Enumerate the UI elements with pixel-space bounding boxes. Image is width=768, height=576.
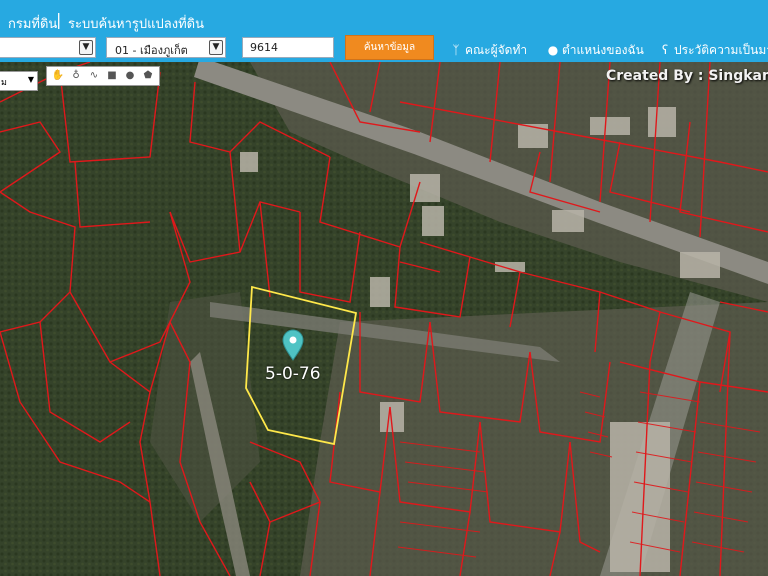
credit-text: Created By : Singkam xyxy=(606,68,768,84)
history-icon: ʕ xyxy=(661,43,669,57)
map-view[interactable]: 5-0-76 Created By : Singkam ม ▼ ✋ ♁ ∿ ■ … xyxy=(0,62,768,576)
chevron-down-icon: ▼ xyxy=(79,40,93,55)
circle-icon[interactable]: ● xyxy=(123,69,137,83)
parcel-number-input[interactable] xyxy=(242,37,334,58)
nav-my-location-link[interactable]: ● ตำแหน่งของฉัน xyxy=(546,41,644,60)
layer-select-value: ม xyxy=(1,78,7,88)
layer-select[interactable]: ม ▼ xyxy=(0,71,38,91)
district-select-value: 01 - เมืองภูเก็ต xyxy=(115,44,188,57)
nav-committee-label: คณะผู้จัดทำ xyxy=(465,43,528,57)
rectangle-icon[interactable]: ■ xyxy=(105,69,119,83)
hand-icon[interactable]: ✋ xyxy=(51,69,65,83)
nav-my-location-label: ตำแหน่งของฉัน xyxy=(562,43,644,57)
system-title: ระบบค้นหารูปแปลงที่ดิน xyxy=(68,17,204,32)
top-bar: กรมที่ดิน | ระบบค้นหารูปแปลงที่ดิน ▼ 01 … xyxy=(0,0,768,62)
draw-toolbar: ✋ ♁ ∿ ■ ● ⬟ xyxy=(46,66,160,86)
nav-history-link[interactable]: ʕ ประวัติความเป็นมา xyxy=(658,41,768,60)
antenna-icon: ᛉ xyxy=(452,43,460,57)
nav-history-label: ประวัติความเป็นมา xyxy=(674,43,768,57)
chevron-down-icon: ▼ xyxy=(27,75,34,84)
polygon-icon[interactable]: ⬟ xyxy=(141,69,155,83)
district-select[interactable]: 01 - เมืองภูเก็ต ▼ xyxy=(106,37,226,58)
province-select[interactable]: ▼ xyxy=(0,37,96,58)
department-title: กรมที่ดิน xyxy=(8,17,58,32)
nav-committee-link[interactable]: ᛉ คณะผู้จัดทำ xyxy=(449,41,527,60)
title-separator: | xyxy=(56,10,62,29)
polyline-icon[interactable]: ∿ xyxy=(87,69,101,83)
person-icon: ● xyxy=(547,43,559,57)
satellite-map xyxy=(0,62,768,576)
chevron-down-icon: ▼ xyxy=(209,40,223,55)
search-button[interactable]: ค้นหาข้อมูล xyxy=(345,35,434,60)
parcel-area-label: 5-0-76 xyxy=(265,364,321,384)
marker-icon[interactable]: ♁ xyxy=(69,69,83,83)
